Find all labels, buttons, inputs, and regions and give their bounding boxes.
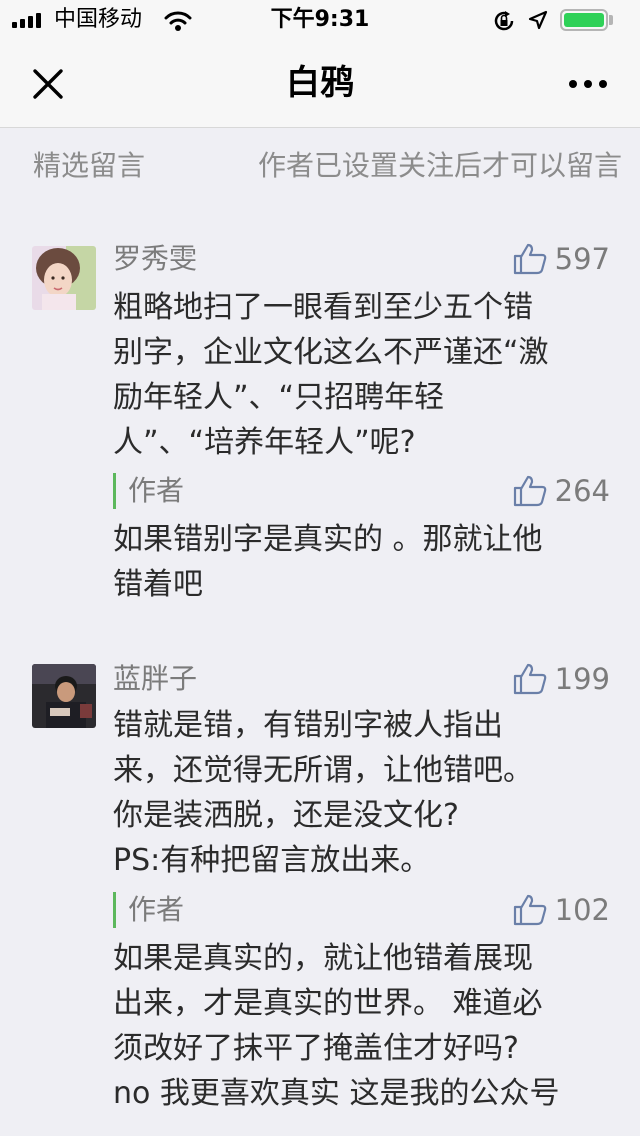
comment-text-line: 错就是错，有错别字被人指出 bbox=[113, 708, 503, 743]
status-bar: 中国移动 下午9:31 bbox=[0, 0, 640, 40]
comment-text-line: 粗略地扫了一眼看到至少五个错 bbox=[113, 290, 533, 325]
reply-text-line: 错着吧 bbox=[113, 567, 203, 602]
more-dot-icon bbox=[599, 80, 607, 88]
like-button[interactable]: 597 bbox=[513, 241, 610, 277]
author-reply-text: 如果错别字是真实的 。那就让他 错着吧 bbox=[113, 517, 613, 607]
reply-text-line: no 我更喜欢真实 这是我的公众号 bbox=[113, 1076, 560, 1111]
thumbs-up-icon bbox=[513, 663, 546, 695]
battery-tip bbox=[609, 15, 613, 25]
comment-text-line: PS:有种把留言放出来。 bbox=[113, 843, 431, 878]
comment-text-line: 来，还觉得无所谓，让他错吧。 bbox=[113, 753, 533, 788]
reply-text-line: 出来，才是真实的世界。 难道必 bbox=[113, 986, 543, 1021]
reply-text-line: 如果是真实的，就让他错着展现 bbox=[113, 941, 533, 976]
reply-like-count: 264 bbox=[554, 474, 610, 508]
like-button[interactable]: 199 bbox=[513, 661, 610, 697]
navigation-bar: 白鸦 bbox=[0, 40, 640, 128]
comment-text: 错就是错，有错别字被人指出 来，还觉得无所谓，让他错吧。 你是装洒脱，还是没文化… bbox=[113, 703, 613, 883]
reply-text-line: 如果错别字是真实的 。那就让他 bbox=[113, 522, 543, 557]
author-reply-text: 如果是真实的，就让他错着展现 出来，才是真实的世界。 难道必 须改好了抹平了掩盖… bbox=[113, 936, 613, 1116]
comment-text-line: 励年轻人”、“只招聘年轻 bbox=[113, 380, 445, 415]
reply-like-button[interactable]: 264 bbox=[513, 473, 610, 509]
orientation-lock-icon bbox=[492, 10, 516, 36]
more-dot-icon bbox=[584, 80, 592, 88]
location-arrow-icon bbox=[528, 10, 548, 34]
like-count: 199 bbox=[554, 662, 610, 696]
featured-comments-label: 精选留言 bbox=[33, 149, 146, 182]
avatar[interactable] bbox=[32, 246, 96, 310]
battery-icon bbox=[560, 9, 608, 31]
comment-text-line: 你是装洒脱，还是没文化? bbox=[113, 798, 459, 833]
comment-author: 蓝胖子 bbox=[113, 662, 198, 695]
thumbs-up-icon bbox=[513, 894, 546, 926]
reply-text-line: 须改好了抹平了掩盖住才好吗? bbox=[113, 1031, 519, 1066]
author-reply-label: 作者 bbox=[113, 473, 184, 509]
article-comments-page: 中国移动 下午9:31 白鸦 精选留言 作者已设置关注后才可以留言 罗秀雯 59… bbox=[0, 0, 640, 1136]
author-reply-label: 作者 bbox=[113, 892, 184, 928]
thumbs-up-icon bbox=[513, 475, 546, 507]
like-count: 597 bbox=[554, 242, 610, 276]
page-title: 白鸦 bbox=[286, 63, 354, 103]
comment-text: 粗略地扫了一眼看到至少五个错 别字，企业文化这么不严谨还“激 励年轻人”、“只招… bbox=[113, 285, 613, 465]
thumbs-up-icon bbox=[513, 243, 546, 275]
more-dot-icon bbox=[569, 80, 577, 88]
reply-like-button[interactable]: 102 bbox=[513, 892, 610, 928]
avatar[interactable] bbox=[32, 664, 96, 728]
more-options-button[interactable] bbox=[556, 58, 620, 110]
comment-text-line: 人”、“培养年轻人”呢? bbox=[113, 425, 416, 460]
battery-level bbox=[564, 13, 604, 27]
reply-like-count: 102 bbox=[554, 893, 610, 927]
comment-author: 罗秀雯 bbox=[113, 242, 198, 275]
comment-permission-notice: 作者已设置关注后才可以留言 bbox=[257, 149, 622, 182]
comment-text-line: 别字，企业文化这么不严谨还“激 bbox=[113, 335, 549, 370]
